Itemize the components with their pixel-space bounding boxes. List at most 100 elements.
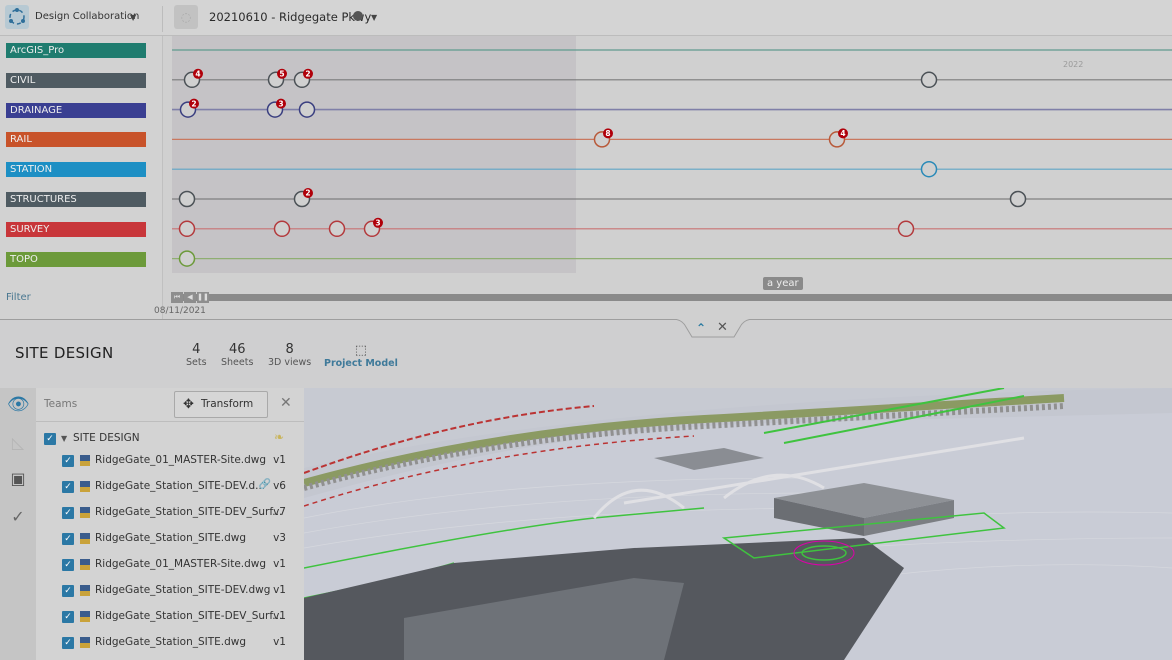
stat-label: Sets [186, 357, 207, 368]
group-label: SITE DESIGN [73, 432, 140, 444]
project-thumbnail-icon[interactable]: ◌ [174, 5, 198, 29]
play-back-icon[interactable]: ◀ [184, 292, 196, 303]
expand-triangle-icon[interactable]: ▼ [61, 434, 67, 443]
file-row[interactable]: ✓ RidgeGate_Station_SITE-DEV.d... 🔗 v6 [36, 478, 304, 496]
move-icon: ✥ [183, 397, 194, 412]
timeline-event[interactable] [178, 250, 196, 267]
badge-count: 4 [840, 129, 845, 138]
team-label-arcgis-pro[interactable]: ArcGIS_Pro [6, 43, 146, 58]
file-version[interactable]: v1 [273, 636, 286, 648]
pause-icon[interactable]: ❚❚ [197, 292, 209, 303]
team-label-rail[interactable]: RAIL [6, 132, 146, 148]
team-labels: Filter ArcGIS_Pro CIVIL DRAINAGE RAIL STATIO… [0, 36, 163, 319]
app-name[interactable]: Design Collaboration [35, 11, 139, 22]
eye-icon[interactable]: 👁 [7, 394, 30, 416]
dwg-file-icon [80, 481, 90, 492]
team-label-survey[interactable]: SURVEY [6, 221, 146, 237]
team-label-topo[interactable]: TOPO [6, 251, 146, 267]
group-checkbox[interactable]: ✓ [44, 433, 56, 445]
timeline-event[interactable] [897, 220, 915, 238]
project-model-label: Project Model [324, 358, 398, 369]
layout-icon[interactable]: ▣ [7, 468, 29, 490]
file-checkbox[interactable]: ✓ [62, 533, 74, 545]
team-label-station[interactable]: STATION [6, 162, 146, 178]
timeline-event[interactable] [920, 160, 938, 178]
file-name: RidgeGate_Station_SITE-DEV_Surf... [95, 506, 283, 518]
project-model-button[interactable]: ⬚ Project Model [324, 343, 398, 369]
timeline-event[interactable] [1009, 190, 1027, 208]
file-checkbox[interactable]: ✓ [62, 611, 74, 623]
timeline-event[interactable] [298, 101, 316, 118]
file-row[interactable]: ✓ RidgeGate_Station_SITE.dwg v1 [36, 634, 304, 652]
team-label-civil[interactable]: CIVIL [6, 72, 146, 88]
dwg-file-icon [80, 559, 90, 570]
skip-to-start-icon[interactable]: ⏮ [171, 292, 183, 303]
dwg-file-icon [80, 637, 90, 648]
dwg-file-icon [80, 585, 90, 596]
stat-sheets[interactable]: 46 Sheets [221, 342, 253, 368]
file-version[interactable]: v1 [273, 558, 286, 570]
app-chevron-down-icon[interactable]: ▼ [130, 13, 136, 22]
project-name[interactable]: 20210610 - Ridgegate Pkwy [209, 10, 371, 24]
team-label-structures[interactable]: STRUCTURES [6, 192, 146, 207]
close-panel-icon[interactable]: ✕ [280, 395, 292, 411]
cube-icon: ⬚ [354, 343, 368, 358]
file-version[interactable]: v1 [273, 610, 286, 622]
transform-button[interactable]: ✥ Transform [174, 391, 268, 418]
file-version[interactable]: v3 [273, 532, 286, 544]
sheet-icon[interactable]: ◺ [7, 432, 29, 454]
file-row[interactable]: ✓ RidgeGate_01_MASTER-Site.dwg v1 [36, 452, 304, 470]
3d-viewport[interactable] [304, 388, 1172, 660]
timeline-event[interactable] [920, 71, 938, 89]
file-version[interactable]: v1 [273, 584, 286, 596]
duration-tooltip: a year [763, 277, 803, 290]
badge-count: 2 [305, 70, 310, 79]
timeline-event[interactable] [178, 190, 196, 208]
team-label-drainage[interactable]: DRAINAGE [6, 102, 146, 118]
badge-count: 8 [605, 129, 610, 138]
year-label: 2022 [1063, 60, 1084, 69]
teams-panel: Teams ✥ Transform ✕ ✓ ▼ SITE DESIGN ❧ ✓ Ri… [36, 388, 304, 660]
stat-3d-views[interactable]: 8 3D views [268, 342, 311, 368]
file-checkbox[interactable]: ✓ [62, 507, 74, 519]
file-row[interactable]: ✓ RidgeGate_Station_SITE-DEV.dwg v1 [36, 582, 304, 600]
timeline-event[interactable] [273, 220, 291, 238]
file-checkbox[interactable]: ✓ [62, 637, 74, 649]
stat-sets[interactable]: 4 Sets [186, 342, 207, 368]
file-name: RidgeGate_01_MASTER-Site.dwg [95, 558, 267, 570]
top-bar: Design Collaboration ▼ ◌ 20210610 - Ridg… [0, 0, 1172, 36]
page-title: SITE DESIGN [15, 344, 114, 362]
stat-label: 3D views [268, 357, 312, 368]
file-checkbox[interactable]: ✓ [62, 559, 74, 571]
panel-divider [0, 319, 1172, 320]
timeline-scrubber[interactable] [171, 294, 1172, 301]
file-version[interactable]: v7 [273, 506, 286, 518]
project-chevron-down-icon[interactable]: ▼ [371, 13, 377, 22]
timeline-event[interactable] [178, 220, 196, 238]
current-date: 08/11/2021 [154, 306, 206, 316]
filter-link[interactable]: Filter [6, 292, 31, 303]
badge-count: 2 [305, 189, 310, 198]
file-version[interactable]: v1 [273, 454, 286, 466]
panel-header: Teams ✥ Transform ✕ [36, 388, 304, 422]
file-checkbox[interactable]: ✓ [62, 481, 74, 493]
dwg-file-icon [80, 455, 90, 466]
timeline[interactable]: 4 5 2 2 3 8 4 2 3 2022 ⏮ ◀ ❚❚ 08/11/2021 a year [154, 36, 1172, 319]
file-row[interactable]: ✓ RidgeGate_Station_SITE-DEV_Surf... v7 [36, 504, 304, 522]
badge-count: 2 [191, 99, 196, 108]
check-circle-icon[interactable]: ✓ [7, 506, 29, 528]
file-checkbox[interactable]: ✓ [62, 585, 74, 597]
collapse-up-icon[interactable]: ⌃ [696, 321, 706, 335]
badge-count: 3 [375, 219, 380, 228]
close-timeline-icon[interactable]: ✕ [717, 320, 728, 335]
file-name: RidgeGate_Station_SITE.dwg [95, 532, 247, 544]
site-model-render [304, 388, 1172, 660]
icon-rail: 👁 ◺ ▣ ✓ [0, 388, 36, 660]
file-version[interactable]: v6 [273, 480, 286, 492]
file-row[interactable]: ✓ RidgeGate_Station_SITE-DEV_Surf... v1 [36, 608, 304, 626]
file-checkbox[interactable]: ✓ [62, 455, 74, 467]
timeline-event[interactable] [328, 220, 346, 238]
design-collaboration-icon[interactable] [5, 5, 29, 29]
file-row[interactable]: ✓ RidgeGate_Station_SITE.dwg v3 [36, 530, 304, 548]
file-row[interactable]: ✓ RidgeGate_01_MASTER-Site.dwg v1 [36, 556, 304, 574]
